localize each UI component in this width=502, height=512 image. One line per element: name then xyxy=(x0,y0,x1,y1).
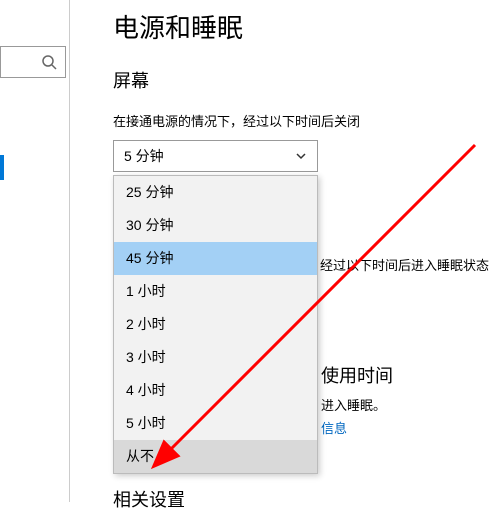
dropdown-option[interactable]: 2 小时 xyxy=(114,308,317,341)
dropdown-option[interactable]: 4 小时 xyxy=(114,374,317,407)
dropdown-option[interactable]: 3 小时 xyxy=(114,341,317,374)
main-content: 电源和睡眠 屏幕 在接通电源的情况下，经过以下时间后关闭 5 分钟 xyxy=(113,0,502,200)
dropdown-option[interactable]: 5 小时 xyxy=(114,407,317,440)
dropdown-option[interactable]: 45 分钟 xyxy=(114,242,317,275)
dropdown-list[interactable]: 25 分钟30 分钟45 分钟1 小时2 小时3 小时4 小时5 小时从不 xyxy=(113,175,318,474)
page-title: 电源和睡眠 xyxy=(113,8,502,45)
dropdown-option[interactable]: 25 分钟 xyxy=(114,176,317,209)
dropdown-option[interactable]: 1 小时 xyxy=(114,275,317,308)
dropdown-option[interactable]: 从不 xyxy=(114,440,317,473)
nav-selection-indicator xyxy=(0,155,4,180)
save-energy-text-partial: 进入睡眠。 xyxy=(321,395,386,414)
search-input[interactable] xyxy=(0,46,66,78)
combo-value: 5 分钟 xyxy=(124,146,164,166)
dropdown-option[interactable]: 30 分钟 xyxy=(114,209,317,242)
screen-off-combo[interactable]: 5 分钟 xyxy=(113,140,318,172)
left-nav-rail xyxy=(0,0,70,502)
sleep-label-partial: 经过以下时间后进入睡眠状态 xyxy=(320,255,489,274)
search-icon xyxy=(41,54,57,70)
save-energy-heading-partial: 使用时间 xyxy=(321,362,393,388)
more-info-link-partial[interactable]: 信息 xyxy=(321,418,347,437)
section-screen-title: 屏幕 xyxy=(113,67,502,93)
related-settings-heading: 相关设置 xyxy=(113,486,185,512)
chevron-down-icon xyxy=(295,150,307,162)
screen-off-label: 在接通电源的情况下，经过以下时间后关闭 xyxy=(113,111,502,130)
